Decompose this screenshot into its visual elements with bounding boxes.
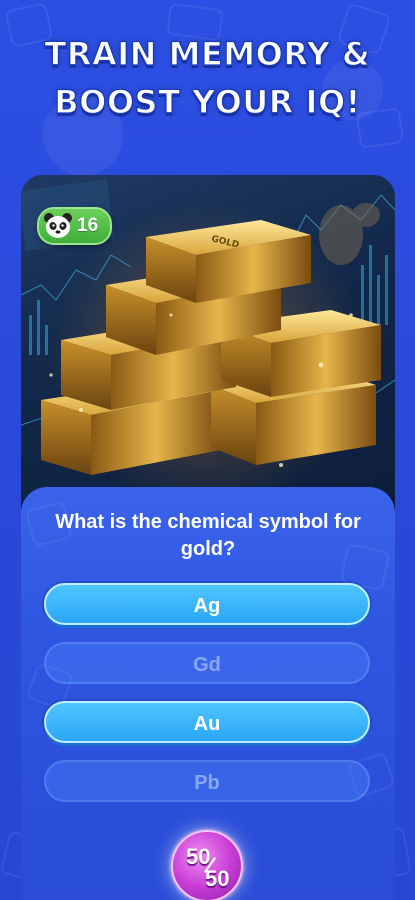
promo-headline: TRAIN MEMORY & BOOST YOUR IQ! <box>0 30 415 126</box>
answer-option-3[interactable]: Au <box>44 701 370 743</box>
lives-badge: 16 <box>37 207 113 245</box>
answer-option-2[interactable]: Gd <box>44 642 370 684</box>
answer-option-4[interactable]: Pb <box>44 760 370 802</box>
panda-icon <box>43 212 73 240</box>
answer-option-1[interactable]: Ag <box>44 583 370 625</box>
question-image: GOLD 16 <box>21 175 395 505</box>
lives-count: 16 <box>77 215 99 236</box>
headline-line-2: BOOST YOUR IQ! <box>54 82 361 121</box>
question-text: What is the chemical symbol for gold? <box>55 511 361 560</box>
headline-line-1: TRAIN MEMORY & <box>44 34 371 73</box>
hint-bottom-number: 50 <box>205 866 230 891</box>
fifty-fifty-hint-button[interactable]: 50 50 <box>171 830 243 900</box>
quiz-card: GOLD 16 What is the chemical symbol for … <box>21 175 395 900</box>
